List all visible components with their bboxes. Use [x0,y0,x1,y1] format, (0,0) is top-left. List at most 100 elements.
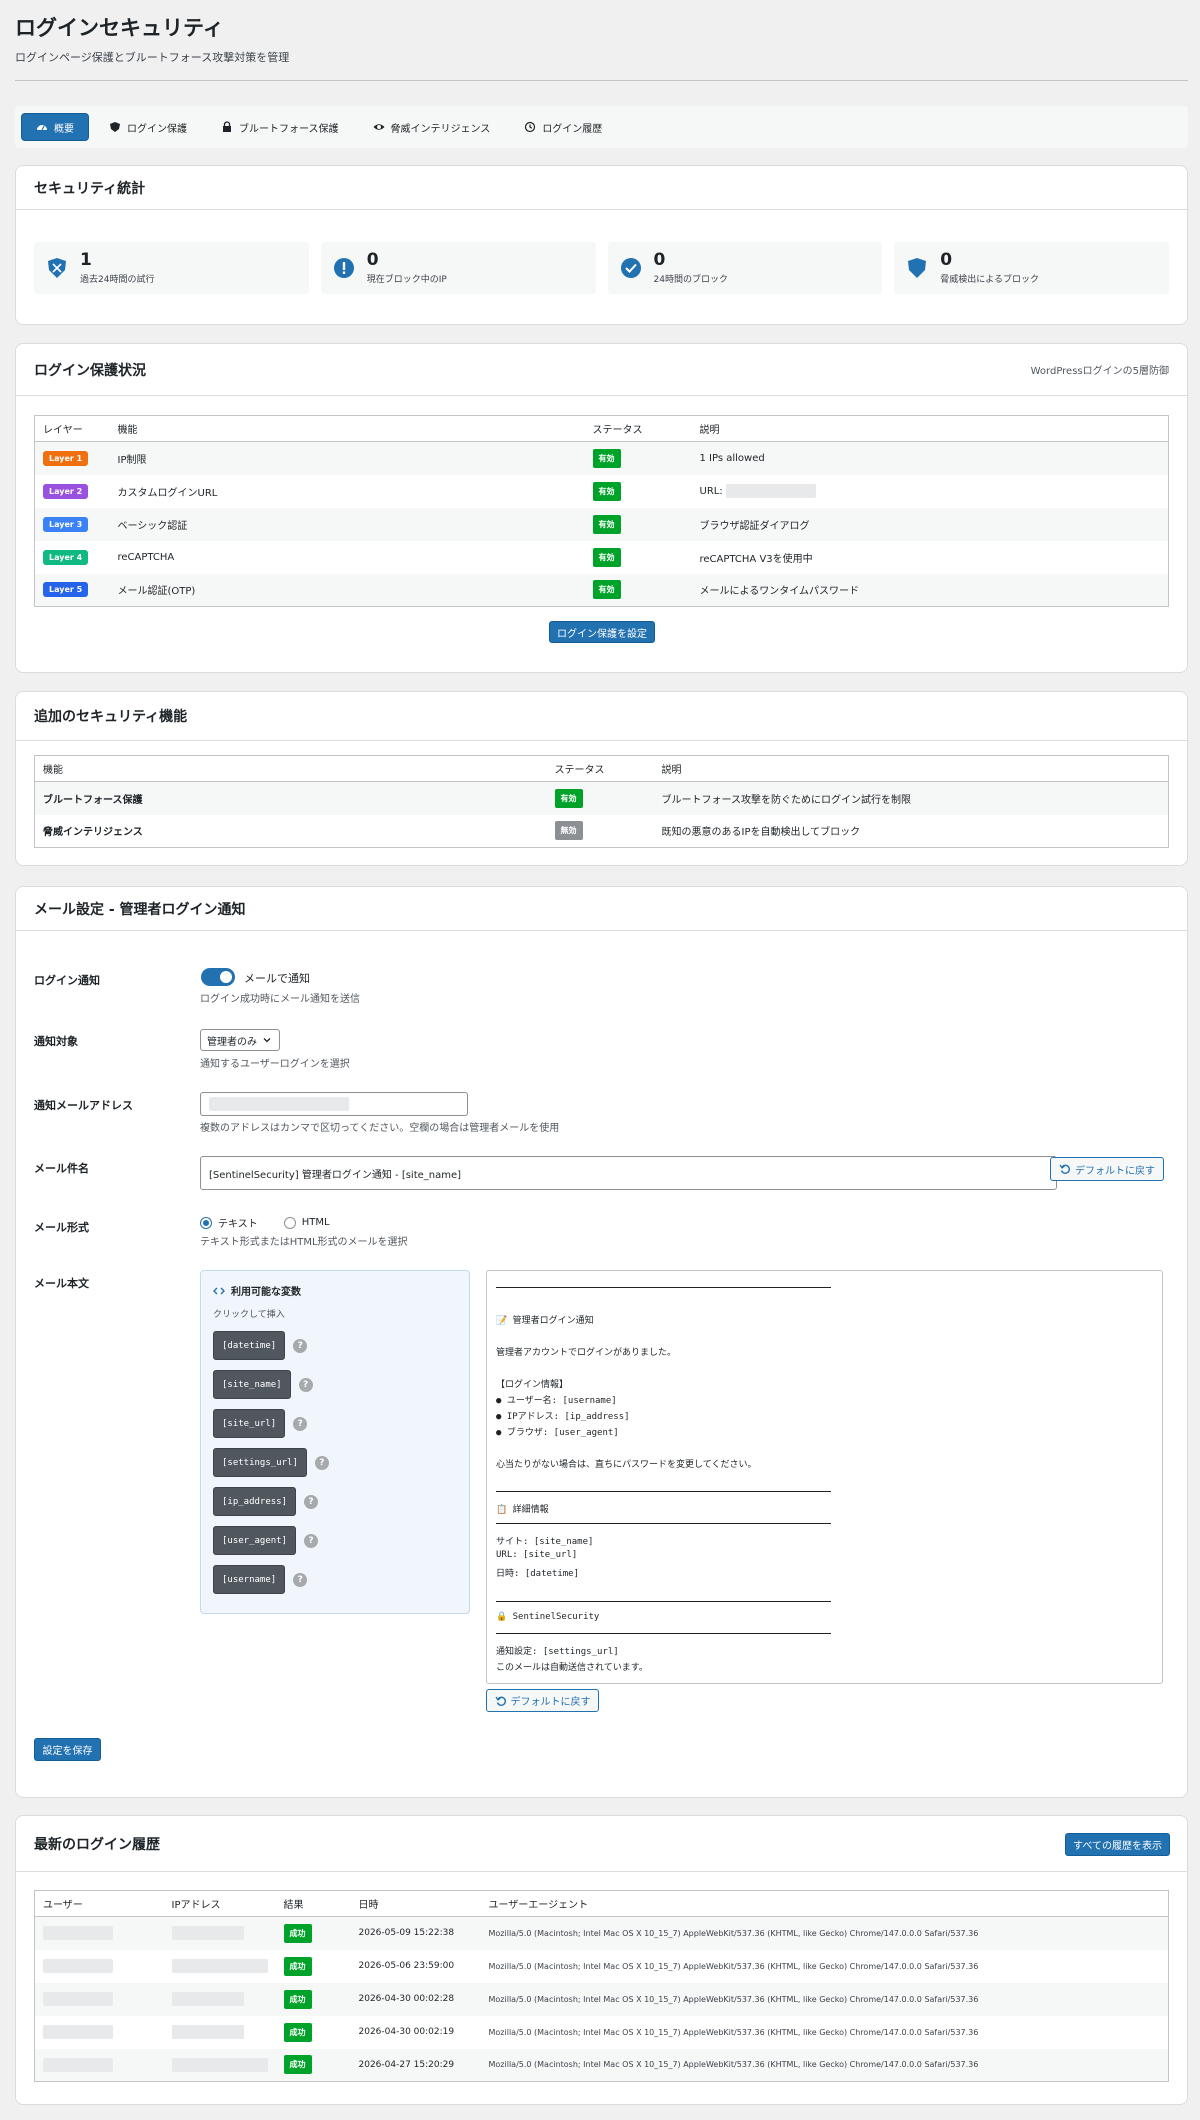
table-row: Layer 5 メール認証(OTP) 有効 メールによるワンタイムパスワード [34,573,1169,607]
reset-subject-button[interactable]: デフォルトに戻す [1050,1157,1164,1181]
help-icon[interactable]: ? [293,1416,308,1431]
help-icon[interactable]: ? [293,1572,308,1587]
date-cell: 2026-04-27 15:20:29 [358,2059,455,2070]
save-settings-button[interactable]: 設定を保存 [34,1738,101,1761]
redacted-email [209,1097,349,1111]
variable-chip[interactable]: [settings_url] [213,1448,307,1477]
target-label: 通知対象 [34,1035,78,1048]
redacted-user [43,2025,113,2039]
undo-icon [1059,1163,1071,1175]
date-cell: 2026-05-06 23:59:00 [358,1961,455,1971]
reset-body-button[interactable]: デフォルトに戻す [486,1689,599,1712]
redacted-user [43,1959,113,1973]
variable-chip[interactable]: [datetime] [213,1331,286,1360]
layer-badge: Layer 5 [43,582,89,598]
feature-cell: ベーシック認証 [117,520,188,532]
variable-row: [ip_address]? [213,1487,319,1516]
stat-value: 0 [653,250,666,270]
dashboard-icon [36,121,48,133]
separator [496,1601,831,1602]
body-line: 【ログイン情報】 [496,1380,569,1390]
ua-cell: Mozilla/5.0 (Macintosh; Intel Mac OS X 1… [488,1928,979,1938]
date-cell: 2026-05-09 15:22:38 [358,1928,455,1939]
subject-input[interactable]: [SentinelSecurity] 管理者ログイン通知 - [site_nam… [200,1156,1057,1190]
body-line-brand: 🔒 SentinelSecurity [496,1612,599,1622]
additional-security-card: 追加のセキュリティ機能 機能 ステータス 説明 ブルートフォース保護 有効 ブル… [15,691,1188,866]
result-badge: 成功 [283,1956,312,1976]
variable-chip[interactable]: [ip_address] [213,1487,297,1516]
col-header: ユーザー [34,1890,164,1917]
status-badge: 有効 [592,580,621,600]
code-icon [213,1285,225,1297]
separator [496,1633,831,1634]
result-badge: 成功 [283,2022,312,2042]
format-html-label: HTML [301,1217,330,1228]
variable-chip[interactable]: [site_name] [213,1370,291,1399]
body-label: メール本文 [34,1277,89,1290]
variable-chip[interactable]: [site_url] [213,1409,286,1438]
header-divider [15,80,1188,81]
stats-row: 1 過去24時間の試行 0 現在ブロック中のIP 0 24時間のブロック 0 脅威検出に… [34,242,1169,294]
email-address-field[interactable] [200,1092,468,1116]
tab-threat-intel[interactable]: 脅威インテリジェンス [359,113,505,141]
chevron-down-icon [261,1034,273,1046]
result-badge: 成功 [283,2055,312,2075]
variable-row: [site_url]? [213,1409,308,1438]
additional-table: 機能 ステータス 説明 ブルートフォース保護 有効 ブルートフォース攻撃を防ぐた… [34,755,1169,848]
col-header: 機能 [34,755,547,782]
address-help: 複数のアドレスはカンマで区切ってください。空欄の場合は管理者メールを使用 [200,1123,560,1134]
card-title: ログイン保護状況 [34,362,146,379]
card-title: メール設定 - 管理者ログイン通知 [34,901,246,918]
tab-login-history[interactable]: ログイン履歴 [510,113,616,141]
body-line: 心当たりがない場合は、直ちにパスワードを変更してください。 [496,1460,757,1470]
variables-panel: 利用可能な変数 クリックして挿入 [datetime]? [site_name]… [200,1270,470,1614]
tab-login-protection[interactable]: ログイン保護 [95,113,201,141]
lock-icon [221,121,233,133]
format-text-radio[interactable] [200,1216,212,1229]
tab-label: ログイン履歴 [542,123,603,135]
tab-overview[interactable]: 概要 [21,113,89,141]
undo-icon [495,1695,507,1707]
layer-badge: Layer 1 [43,450,89,466]
stat-value: 1 [80,250,92,270]
history-table: ユーザー IPアドレス 結果 日時 ユーザーエージェント 成功 2026-05-… [34,1890,1169,2082]
card-header: ログイン保護状況 WordPressログインの5層防御 [16,344,1187,396]
target-select[interactable]: 管理者のみ [200,1029,280,1051]
feature-cell: reCAPTCHA [117,551,175,563]
tab-label: ブルートフォース保護 [239,123,339,135]
col-header: 機能 [109,415,585,442]
table-row: 成功 2026-05-06 23:59:00 Mozilla/5.0 (Maci… [35,1950,1169,1983]
desc-cell: 1 IPs allowed [699,452,765,464]
stat-threat-blocks: 0 脅威検出によるブロック [894,242,1169,294]
help-icon[interactable]: ? [293,1338,308,1353]
table-row: 成功 2026-04-27 15:20:29 Mozilla/5.0 (Maci… [34,2048,1169,2082]
page-title: ログインセキュリティ [15,16,224,40]
date-cell: 2026-04-30 00:02:28 [358,1994,455,2004]
tab-brute-force[interactable]: ブルートフォース保護 [207,113,353,141]
card-title: セキュリティ統計 [34,180,146,197]
email-body-textarea[interactable]: 📝 管理者ログイン通知 管理者アカウントでログインがありました。 【ログイン情報… [486,1270,1163,1684]
table-row: ブルートフォース保護 有効 ブルートフォース攻撃を防ぐためにログイン試行を制限 [34,781,1169,815]
help-icon[interactable]: ? [304,1494,319,1509]
view-all-history-button[interactable]: すべての履歴を表示 [1065,1833,1170,1856]
help-icon[interactable]: ? [298,1377,313,1392]
variable-chip[interactable]: [user_agent] [213,1526,297,1555]
table-row: Layer 1 IP制限 有効 1 IPs allowed [34,441,1169,475]
help-icon[interactable]: ? [314,1455,329,1470]
shield-alert-icon [46,257,68,279]
format-html-radio[interactable] [283,1216,296,1229]
notify-toggle[interactable] [201,968,235,986]
ua-cell: Mozilla/5.0 (Macintosh; Intel Mac OS X 1… [488,2060,979,2070]
help-icon[interactable]: ? [304,1533,319,1548]
body-line-details: 📋 詳細情報 [496,1502,549,1515]
tab-label: 概要 [54,123,74,135]
layer-badge: Layer 3 [43,516,89,532]
eye-icon [373,121,385,133]
lock-icon: 🔒 [496,1612,508,1622]
card-header: 追加のセキュリティ機能 [16,692,1187,741]
body-line: このメールは自動送信されています。 [496,1663,648,1673]
configure-login-protection-button[interactable]: ログイン保護を設定 [549,621,655,643]
tab-bar: 概要 ログイン保護 ブルートフォース保護 脅威インテリジェンス ログイン履歴 [15,106,1188,148]
variable-chip[interactable]: [username] [213,1565,286,1594]
col-header: IPアドレス [163,1890,276,1917]
